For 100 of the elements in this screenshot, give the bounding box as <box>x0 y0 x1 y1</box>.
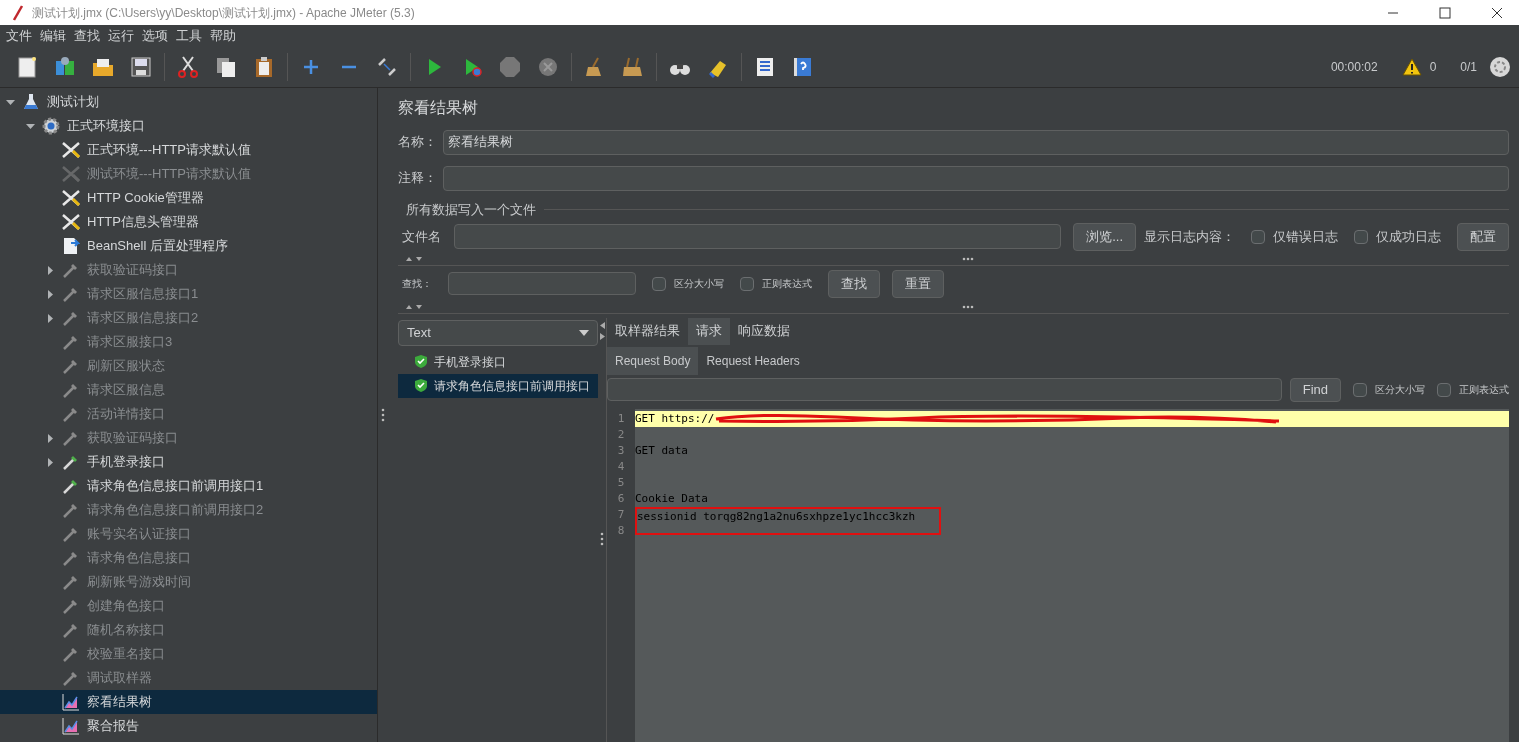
field-label: 注释： <box>398 169 438 188</box>
drag-handle-icon[interactable] <box>381 408 385 422</box>
field-label: 文件名 <box>402 227 442 246</box>
save-icon[interactable] <box>129 55 153 79</box>
scissors-icon[interactable] <box>176 55 200 79</box>
tree-item[interactable]: HTTP Cookie管理器 <box>0 186 377 210</box>
expand-arrow-icon[interactable] <box>46 457 55 467</box>
window-title: 测试计划.jmx (C:\Users\yy\Desktop\测试计划.jmx) - Apache JMeter (5.3) <box>32 4 415 22</box>
tree-item[interactable]: 校验重名接口 <box>0 642 377 666</box>
tree-item[interactable]: 手机登录接口 <box>0 450 377 474</box>
comment-field[interactable] <box>443 165 1509 191</box>
checkbox[interactable] <box>1353 382 1367 397</box>
drag-handle-icon[interactable] <box>961 257 974 261</box>
tree-item[interactable]: 获取验证码接口 <box>0 258 377 282</box>
expand-arrow-icon[interactable] <box>46 313 55 323</box>
tree-item[interactable]: 聚合报告 <box>0 714 377 738</box>
line-number: 2 <box>616 426 626 443</box>
wrench-icon <box>61 141 81 159</box>
expand-arrow-icon[interactable] <box>46 433 55 443</box>
pipette-icon <box>62 453 80 471</box>
tree-item[interactable]: 活动详情接口 <box>0 402 377 426</box>
code-line: GET https:// <box>635 410 1285 427</box>
configure-button[interactable]: 配置 <box>1457 222 1509 251</box>
search-button[interactable]: 查找 <box>828 269 880 298</box>
checkbox[interactable] <box>1251 229 1265 244</box>
tree-item[interactable]: 请求角色信息接口前调用接口2 <box>0 498 377 522</box>
tree-item[interactable]: 测试环境---HTTP请求默认值 <box>0 162 377 186</box>
search-label: 查找： <box>402 277 433 291</box>
brooms-icon[interactable] <box>621 55 645 79</box>
checkbox[interactable] <box>1437 382 1451 397</box>
tree-item[interactable]: 请求区服信息接口1 <box>0 282 377 306</box>
menu-item[interactable]: 工具 <box>174 26 204 46</box>
check-shield-icon <box>414 378 428 393</box>
tree-item[interactable]: 请求区服接口3 <box>0 330 377 354</box>
menu-item[interactable]: 帮助 <box>208 26 238 46</box>
tree-item[interactable]: 随机名称接口 <box>0 618 377 642</box>
tree-item[interactable]: 刷新区服状态 <box>0 354 377 378</box>
tree-item[interactable]: BeanShell 后置处理程序 <box>0 234 377 258</box>
tab[interactable]: 响应数据 <box>730 317 798 345</box>
tree-item[interactable]: 请求角色信息接口前调用接口1 <box>0 474 377 498</box>
pipette-icon <box>62 573 80 591</box>
menu-item[interactable]: 选项 <box>140 26 170 46</box>
checkbox[interactable] <box>1354 229 1368 244</box>
wrench-icon <box>61 189 81 207</box>
code-editor[interactable]: 1 2 3 4 5 6 7 8 GET https:// GET data Cookie Data sessionid torqg82ng1a2nu6sxhpze1yc1hcc3kzh <box>607 408 1509 742</box>
browse-button[interactable]: 浏览... <box>1073 222 1136 251</box>
tree-item[interactable]: 请求角色信息接口 <box>0 546 377 570</box>
pipette-icon <box>62 525 80 543</box>
menu-item[interactable]: 编辑 <box>38 26 68 46</box>
maximize-icon[interactable] <box>1439 6 1451 19</box>
collapse-arrows-icon[interactable] <box>599 321 605 340</box>
warning-icon[interactable] <box>1401 58 1422 76</box>
checkbox[interactable] <box>740 276 754 291</box>
name-field[interactable]: 察看结果树 <box>443 129 1509 155</box>
line-number: 1 <box>616 410 626 427</box>
tab[interactable]: 取样器结果 <box>607 317 688 345</box>
tab[interactable]: Request Body <box>607 346 699 375</box>
tab[interactable]: Request Headers <box>698 346 808 375</box>
filename-field[interactable] <box>454 224 1062 249</box>
renderer-dropdown[interactable]: Text <box>398 319 598 346</box>
tree-item[interactable]: 请求区服信息 <box>0 378 377 402</box>
pipette-icon <box>62 405 80 423</box>
tree-item[interactable]: 正式环境---HTTP请求默认值 <box>0 138 377 162</box>
tree-item[interactable]: 账号实名认证接口 <box>0 522 377 546</box>
collapse-arrow-icon[interactable] <box>6 97 15 107</box>
drag-handle-icon[interactable] <box>961 305 974 309</box>
tree-item[interactable]: 获取验证码接口 <box>0 426 377 450</box>
tree-item[interactable]: 创建角色接口 <box>0 594 377 618</box>
tree-item[interactable]: HTTP信息头管理器 <box>0 210 377 234</box>
search-field[interactable] <box>448 272 636 295</box>
tree-item[interactable]: 调试取样器 <box>0 666 377 690</box>
wrench-icon <box>61 165 81 183</box>
menu-item[interactable]: 文件 <box>4 26 34 46</box>
tree-item[interactable]: 察看结果树 <box>0 690 377 714</box>
result-item[interactable]: 手机登录接口 <box>398 349 598 374</box>
drag-handle-icon[interactable] <box>600 531 604 546</box>
result-item[interactable]: 请求角色信息接口前调用接口 <box>398 373 598 398</box>
status-circle-icon <box>1489 56 1511 78</box>
menu-item[interactable]: 运行 <box>106 26 136 46</box>
collapse-arrow-icon[interactable] <box>26 121 35 131</box>
tab[interactable]: 请求 <box>688 317 730 345</box>
find-field[interactable] <box>607 378 1282 401</box>
graph-icon <box>62 693 80 711</box>
reset-button[interactable]: 重置 <box>892 269 944 298</box>
menu-item[interactable]: 查找 <box>72 26 102 46</box>
find-button[interactable]: Find <box>1289 377 1341 402</box>
tree-item[interactable]: 请求区服信息接口2 <box>0 306 377 330</box>
shutdown-icon[interactable] <box>536 55 560 79</box>
tree-item[interactable]: 正式环境接口 <box>0 114 377 138</box>
check-shield-icon <box>414 354 428 369</box>
expand-arrow-icon[interactable] <box>46 265 55 275</box>
thread-count: 0/1 <box>1460 59 1477 76</box>
tree-item[interactable]: 测试计划 <box>0 90 377 114</box>
pipette-icon <box>62 261 80 279</box>
expand-arrow-icon[interactable] <box>46 289 55 299</box>
tree-item[interactable]: 刷新账号游戏时间 <box>0 570 377 594</box>
copy-icon[interactable] <box>214 55 238 79</box>
new-document-icon[interactable] <box>15 55 39 79</box>
close-icon[interactable] <box>1491 6 1503 19</box>
checkbox[interactable] <box>652 276 666 291</box>
